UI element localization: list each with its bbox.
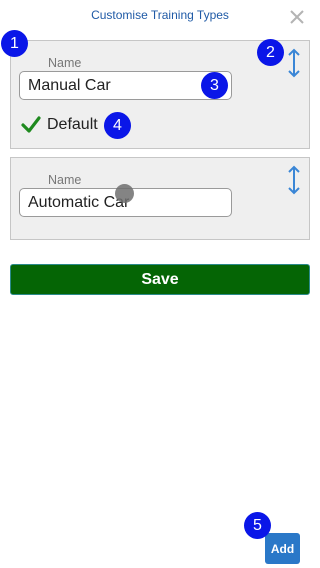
annotation-marker-4: 4 <box>104 112 131 139</box>
add-button[interactable]: Add <box>265 533 300 564</box>
pointer-cursor <box>115 184 134 203</box>
default-label: Default <box>47 116 98 133</box>
name-label: Name <box>48 173 82 187</box>
save-button[interactable]: Save <box>10 264 310 295</box>
close-icon[interactable] <box>288 8 306 26</box>
annotation-marker-2: 2 <box>257 39 284 66</box>
default-toggle[interactable]: Default <box>21 113 98 137</box>
annotation-marker-1: 1 <box>1 30 28 57</box>
checkmark-icon <box>21 115 41 135</box>
drag-handle-icon[interactable] <box>285 164 303 196</box>
annotation-marker-5: 5 <box>244 512 271 539</box>
annotation-marker-3: 3 <box>201 72 228 99</box>
name-label: Name <box>48 56 82 70</box>
page-title: Customise Training Types <box>91 8 229 22</box>
training-type-card: Name <box>10 157 310 240</box>
drag-handle-icon[interactable] <box>285 47 303 79</box>
